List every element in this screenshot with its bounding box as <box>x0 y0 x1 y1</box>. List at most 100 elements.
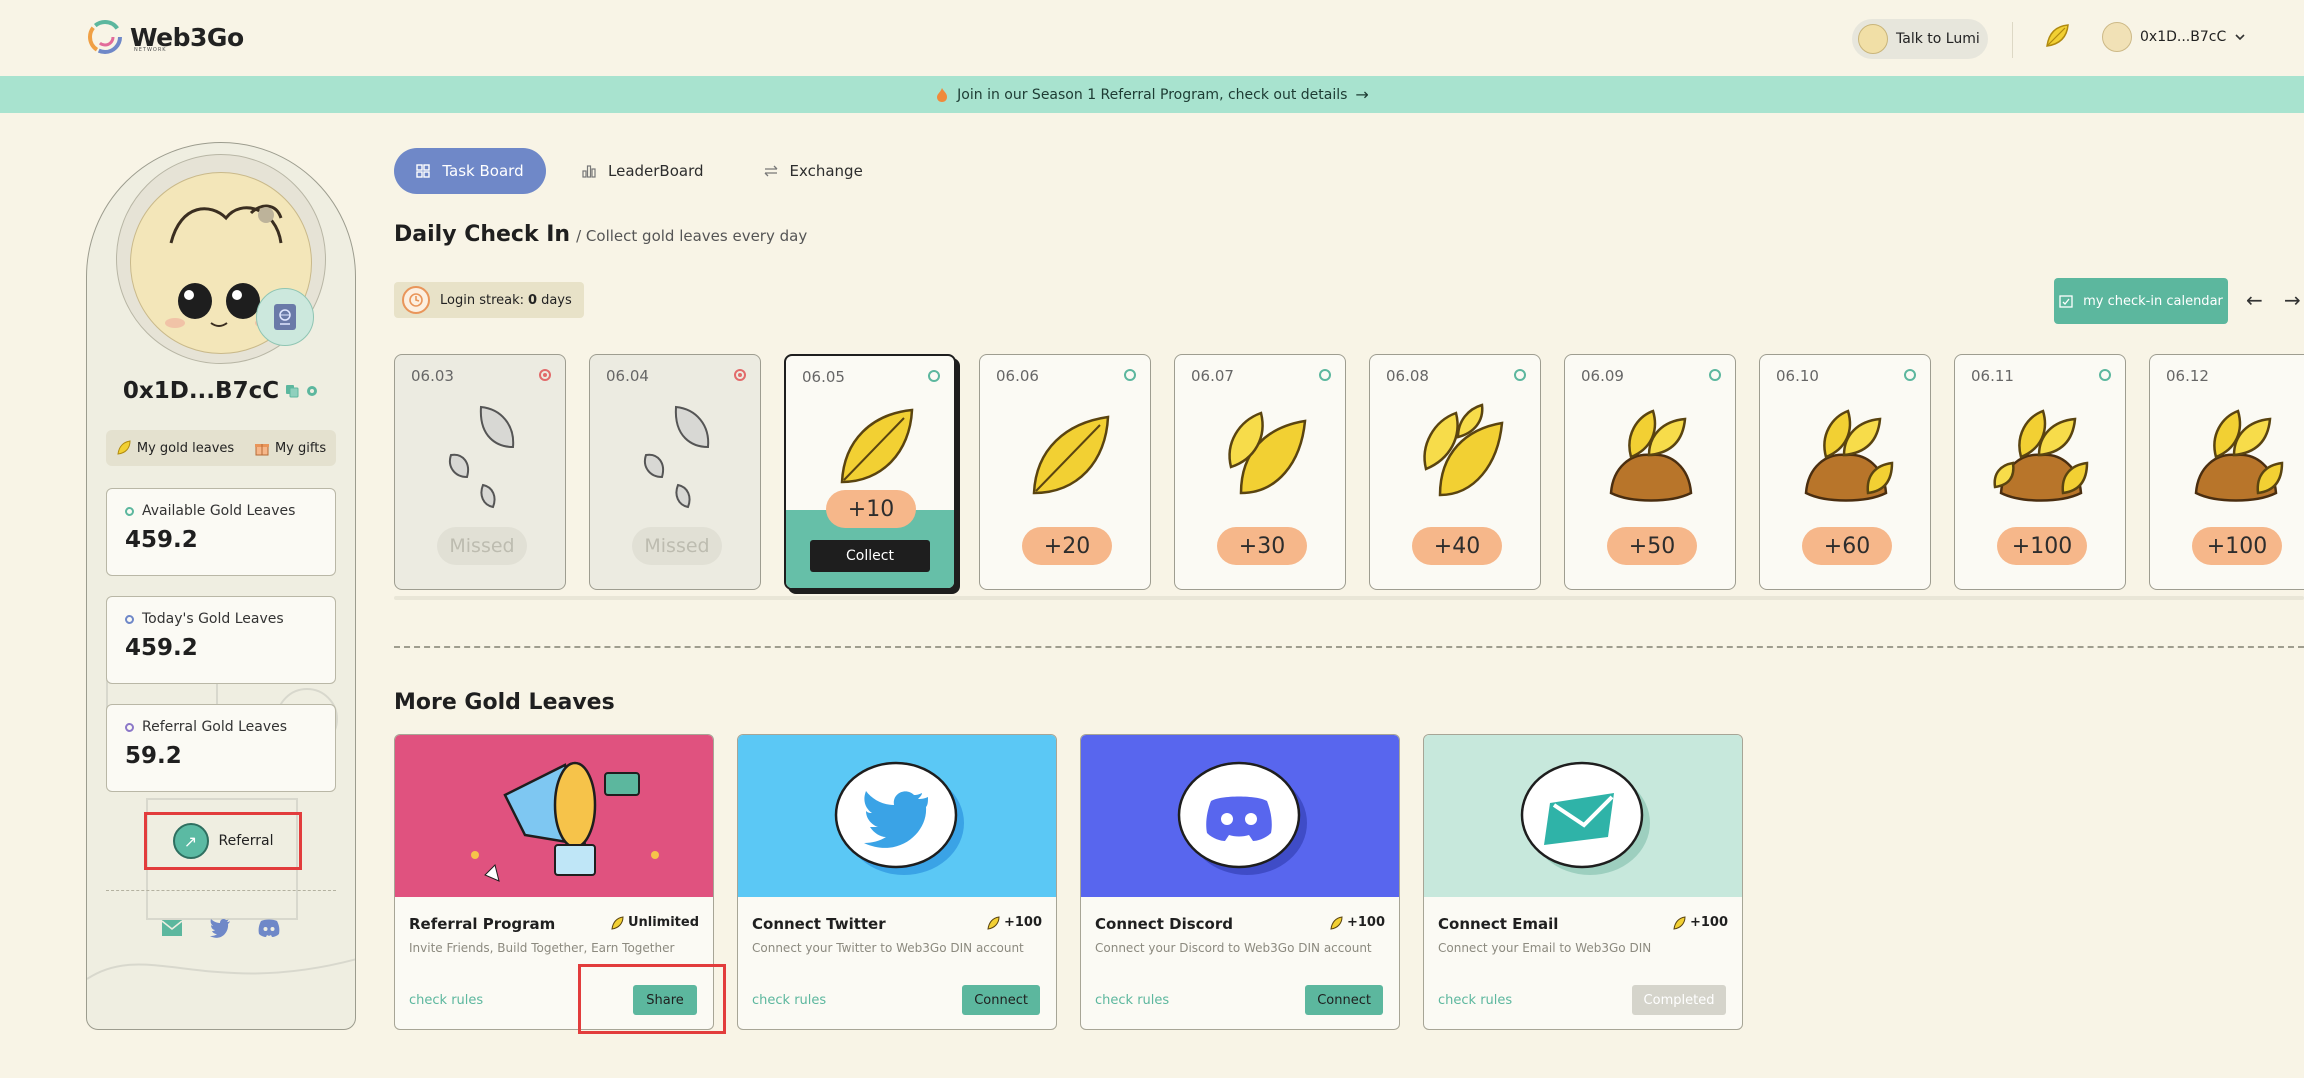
task-reward: +100 <box>1329 915 1385 930</box>
tab-my-gifts[interactable]: My gifts <box>254 440 326 456</box>
talk-to-lumi-label: Talk to Lumi <box>1896 31 1980 47</box>
tab-my-gold-leaves[interactable]: My gold leaves <box>116 440 234 456</box>
sidebar-divider <box>106 890 336 891</box>
tab-label: My gifts <box>274 440 327 456</box>
stat-label: Today's Gold Leaves <box>142 611 284 627</box>
email-illustration-icon <box>1424 735 1742 897</box>
connect-twitter-button[interactable]: Connect <box>962 985 1040 1015</box>
check-rules-link[interactable]: check rules <box>409 993 483 1008</box>
talk-to-lumi-button[interactable]: Talk to Lumi <box>1852 19 1988 59</box>
task-card-twitter: Connect Twitter +100 Connect your Twitte… <box>737 734 1057 1030</box>
tab-label: Task Board <box>442 162 524 180</box>
email-icon[interactable] <box>161 918 183 938</box>
day-reward: +50 <box>1607 527 1697 565</box>
streak-unit: days <box>541 292 572 308</box>
task-description: Invite Friends, Build Together, Earn Tog… <box>409 941 675 955</box>
gold-leaf-icon[interactable] <box>2043 22 2071 50</box>
twitter-icon[interactable] <box>209 918 231 938</box>
status-dot-icon <box>125 722 134 732</box>
day-reward: +40 <box>1412 527 1502 565</box>
arrow-right-icon[interactable]: → <box>2284 288 2301 312</box>
gold-leaf-icon <box>1330 915 1343 930</box>
passport-badge[interactable] <box>256 288 314 346</box>
pending-status-icon <box>1514 369 1526 381</box>
check-rules-link[interactable]: check rules <box>1095 993 1169 1008</box>
pending-status-icon <box>2099 369 2111 381</box>
tab-leaderboard[interactable]: LeaderBoard <box>558 148 728 194</box>
pending-status-icon <box>1319 369 1331 381</box>
day-date: 06.07 <box>1191 367 1234 385</box>
stat-todays-gold: Today's Gold Leaves 459.2 <box>106 596 336 684</box>
task-description: Connect your Discord to Web3Go DIN accou… <box>1095 941 1372 955</box>
day-date: 06.12 <box>2166 367 2209 385</box>
collect-button[interactable]: Collect <box>810 540 930 572</box>
tab-task-board[interactable]: Task Board <box>394 148 546 194</box>
tab-label: My gold leaves <box>136 440 235 456</box>
status-dot-icon <box>125 614 134 624</box>
day-date: 06.10 <box>1776 367 1819 385</box>
settings-icon[interactable] <box>305 384 319 398</box>
task-name: Connect Discord <box>1095 915 1233 933</box>
two-gold-leaves-icon <box>1228 411 1307 495</box>
task-reward: +100 <box>986 915 1042 930</box>
gold-leaf-icon <box>1032 415 1110 495</box>
stat-label: Available Gold Leaves <box>142 503 296 519</box>
referral-button[interactable]: ↗ Referral <box>144 812 302 870</box>
gold-leaf-bag-icon <box>1609 409 1693 502</box>
task-reward-value: Unlimited <box>627 915 699 930</box>
check-rules-link[interactable]: check rules <box>752 993 826 1008</box>
bar-chart-icon <box>582 165 596 178</box>
arrow-up-right-icon: ↗ <box>172 823 209 859</box>
gold-leaf-bag-icon <box>1993 409 2089 502</box>
day-reward: +20 <box>1022 527 1112 565</box>
tab-exchange[interactable]: Exchange <box>740 148 887 194</box>
missed-status-icon <box>539 369 551 381</box>
clock-icon <box>402 286 430 314</box>
user-avatar <box>2102 22 2132 52</box>
streak-label: Login streak: <box>440 292 525 308</box>
day-card-missed: 06.03 Missed <box>394 354 566 590</box>
day-date: 06.08 <box>1386 367 1429 385</box>
referral-banner[interactable]: Join in our Season 1 Referral Program, c… <box>0 76 2304 113</box>
missed-status-icon <box>734 369 746 381</box>
gold-leaf-icon <box>117 440 131 455</box>
task-reward-value: +100 <box>1003 915 1042 930</box>
day-card-upcoming: 06.10 +60 <box>1759 354 1931 590</box>
lumi-avatar <box>1858 24 1888 54</box>
gold-leaf-icon <box>1673 915 1686 930</box>
day-date: 06.11 <box>1971 367 2014 385</box>
section-title: Daily Check In <box>394 222 571 247</box>
day-card-upcoming: 06.06 +20 <box>979 354 1151 590</box>
login-streak: Login streak: 0 days <box>394 282 584 318</box>
connect-discord-button[interactable]: Connect <box>1305 985 1383 1015</box>
stat-value: 459.2 <box>125 527 198 553</box>
discord-icon[interactable] <box>257 918 281 938</box>
grid-icon <box>416 164 431 178</box>
stat-label: Referral Gold Leaves <box>142 719 288 735</box>
chevron-down-icon <box>2235 34 2245 41</box>
discord-illustration-icon <box>1081 735 1399 897</box>
silver-leaves-icon <box>644 405 710 509</box>
arrow-left-icon[interactable]: ← <box>2246 288 2263 312</box>
section-subtitle: / Collect gold leaves every day <box>576 227 808 245</box>
task-name: Referral Program <box>409 915 556 933</box>
day-card-upcoming: 06.08 +40 <box>1369 354 1541 590</box>
daily-checkin-header: Daily Check In / Collect gold leaves eve… <box>394 222 807 247</box>
main-tabs: Task Board LeaderBoard Exchange <box>394 148 887 194</box>
user-address: 0x1D...B7cC <box>2140 29 2227 45</box>
user-menu[interactable]: 0x1D...B7cC <box>2102 22 2246 52</box>
logo[interactable]: Web3Go NETWORK <box>86 18 244 56</box>
day-date: 06.04 <box>606 367 649 385</box>
pending-status-icon <box>928 370 940 382</box>
check-rules-link[interactable]: check rules <box>1438 993 1512 1008</box>
task-description: Connect your Twitter to Web3Go DIN accou… <box>752 941 1024 955</box>
copy-icon[interactable] <box>285 384 299 398</box>
gift-icon <box>254 444 269 456</box>
checkin-calendar-button[interactable]: my check-in calendar <box>2054 278 2228 324</box>
day-card-today[interactable]: 06.05 +10 Collect <box>784 354 956 590</box>
strip-scroll-track <box>394 596 2304 600</box>
day-reward: +100 <box>1997 527 2087 565</box>
pending-status-icon <box>1124 369 1136 381</box>
day-reward: Missed <box>632 527 722 565</box>
swap-icon <box>764 165 777 177</box>
